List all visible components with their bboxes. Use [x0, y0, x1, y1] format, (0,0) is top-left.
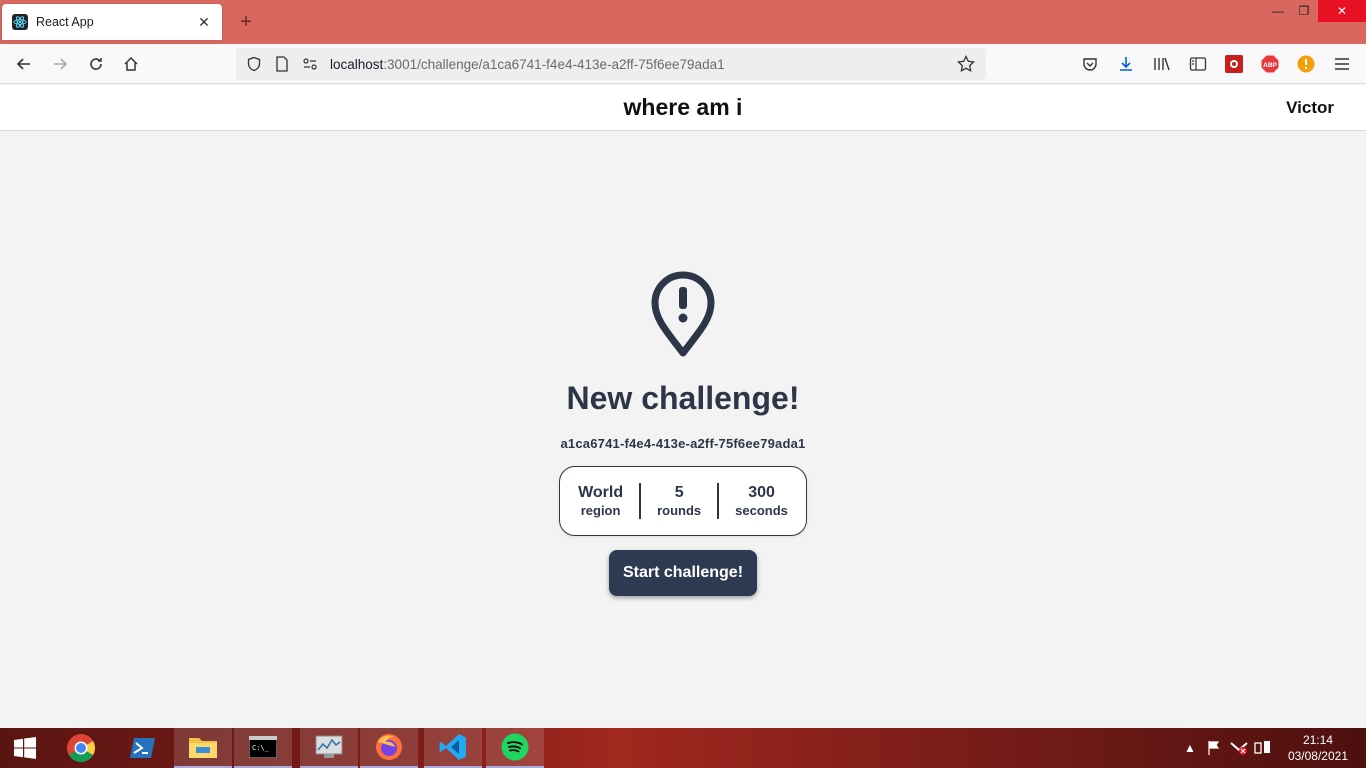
windows-start-icon[interactable] [0, 728, 50, 768]
reload-icon[interactable] [84, 52, 108, 76]
permissions-icon[interactable] [296, 48, 324, 80]
resource-monitor-icon[interactable] [300, 728, 358, 768]
challenge-headline: New challenge! [566, 380, 800, 416]
location-alert-pin-icon [651, 271, 715, 357]
windows-taskbar: C:\_ ▲ 21:14 03/08/2021 [0, 728, 1366, 768]
challenge-stats-card: World region 5 rounds 300 seconds [559, 466, 807, 536]
tab-close-icon[interactable]: ✕ [196, 14, 212, 31]
react-logo-icon [12, 14, 28, 30]
url-host: localhost [330, 56, 384, 72]
back-icon[interactable] [12, 52, 36, 76]
url-text[interactable]: localhost:3001/challenge/a1ca6741-f4e4-4… [330, 57, 952, 72]
vscode-icon[interactable] [424, 728, 482, 768]
stat-seconds: 300 seconds [719, 484, 804, 518]
mail-alert-icon[interactable] [1230, 728, 1248, 768]
library-icon[interactable] [1152, 54, 1172, 74]
shield-icon[interactable] [240, 48, 268, 80]
adblock-icon[interactable]: ABP [1260, 54, 1280, 74]
stat-value: 5 [674, 484, 684, 501]
powershell-icon[interactable] [114, 728, 172, 768]
menu-icon[interactable] [1332, 54, 1352, 74]
clock-date: 03/08/2021 [1287, 749, 1348, 763]
stat-label: region [580, 503, 621, 518]
stat-value: World [578, 484, 624, 501]
browser-tab-strip: React App ✕ + — ❐ ✕ [0, 0, 1366, 44]
page-icon[interactable] [268, 48, 296, 80]
network-icon[interactable] [1254, 728, 1272, 768]
svg-text:C:\_: C:\_ [252, 744, 270, 752]
chrome-icon[interactable] [52, 728, 110, 768]
stat-label: rounds [657, 503, 702, 518]
stat-rounds: 5 rounds [641, 484, 717, 518]
command-prompt-icon[interactable]: C:\_ [234, 728, 292, 768]
challenge-id: a1ca6741-f4e4-413e-a2ff-75f6ee79ada1 [560, 436, 806, 451]
clock-time: 21:14 [1302, 733, 1333, 747]
browser-nav-bar: localhost:3001/challenge/a1ca6741-f4e4-4… [0, 44, 1366, 84]
stat-value: 300 [748, 484, 775, 501]
stat-region: World region [562, 484, 639, 518]
alert-extension-icon[interactable] [1296, 54, 1316, 74]
stat-label: seconds [735, 503, 788, 518]
sidebar-icon[interactable] [1188, 54, 1208, 74]
home-icon[interactable] [119, 52, 143, 76]
svg-text:ABP: ABP [1263, 62, 1277, 69]
app-title[interactable]: where am i [0, 94, 1366, 121]
download-icon[interactable] [1116, 54, 1136, 74]
extension-red-icon[interactable] [1224, 54, 1244, 74]
app-header: where am i Victor [0, 85, 1366, 131]
start-challenge-button[interactable]: Start challenge! [609, 550, 757, 596]
url-bar[interactable]: localhost:3001/challenge/a1ca6741-f4e4-4… [236, 48, 986, 80]
pocket-icon[interactable] [1080, 54, 1100, 74]
file-explorer-icon[interactable] [174, 728, 232, 768]
user-name[interactable]: Victor [1286, 98, 1334, 118]
forward-icon[interactable] [48, 52, 72, 76]
bookmark-star-icon[interactable] [952, 48, 980, 80]
action-flag-icon[interactable] [1206, 728, 1222, 768]
firefox-icon[interactable] [360, 728, 418, 768]
new-tab-icon[interactable]: + [234, 10, 258, 34]
window-close-icon[interactable]: ✕ [1318, 0, 1366, 22]
browser-tab[interactable]: React App ✕ [2, 4, 222, 40]
url-path: :3001/challenge/a1ca6741-f4e4-413e-a2ff-… [383, 56, 725, 72]
taskbar-clock[interactable]: 21:14 03/08/2021 [1288, 732, 1348, 764]
tray-overflow-icon[interactable]: ▲ [1184, 728, 1196, 768]
tab-title: React App [36, 15, 94, 29]
spotify-icon[interactable] [486, 728, 544, 768]
